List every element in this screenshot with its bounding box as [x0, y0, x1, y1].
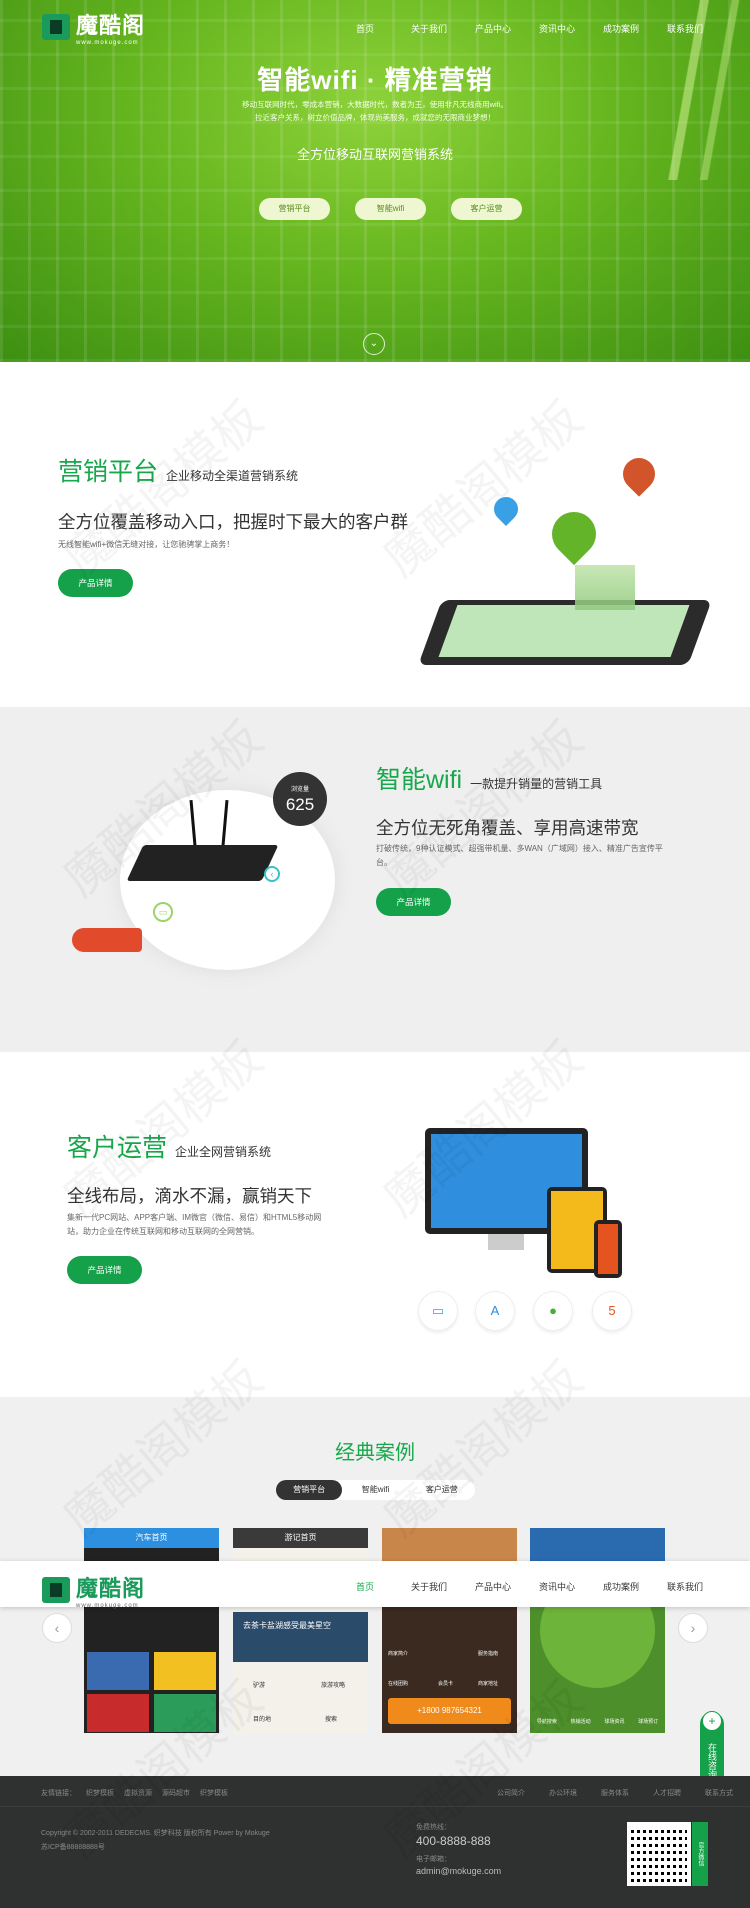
tab-customer[interactable]: 客户运营 — [409, 1480, 475, 1500]
qr-code — [627, 1822, 691, 1886]
case-card-travel[interactable]: 游记首页 去茶卡盐湖感受最美星空 驴游 旅游攻略 目的地 搜索 — [233, 1528, 368, 1733]
footer-link-contact[interactable]: 联系方式 — [705, 1788, 733, 1798]
hero-banner: 魔酷阁 www.mokuge.com 首页 关于我们 产品中心 资讯中心 成功案… — [0, 0, 750, 362]
logo-icon — [42, 14, 70, 40]
hero-button-wifi[interactable]: 智能wifi — [355, 198, 426, 220]
customer-heading: 客户运营 企业全网营销系统 — [67, 1134, 272, 1162]
wechat-icon: ● — [533, 1291, 573, 1331]
logo-icon — [42, 1577, 70, 1603]
hotline-label: 免费热线： — [416, 1824, 451, 1831]
html5-icon: 5 — [592, 1291, 632, 1331]
sticky-nav-news[interactable]: 资讯中心 — [525, 1580, 589, 1593]
wifi-detail-button[interactable]: 产品详情 — [376, 888, 451, 916]
nav-contact[interactable]: 联系我们 — [653, 22, 717, 35]
chevron-down-icon[interactable]: ⌄ — [363, 333, 385, 355]
case-tile — [154, 1652, 216, 1690]
cases-title: 经典案例 — [335, 1442, 415, 1464]
back-icon: ‹ — [264, 866, 280, 882]
section-wifi — [0, 707, 750, 1052]
footer-divider — [0, 1806, 750, 1807]
sticky-header: 魔酷阁 www.mokuge.com 首页 关于我们 产品中心 资讯中心 成功案… — [0, 1561, 750, 1609]
customer-detail-button[interactable]: 产品详情 — [67, 1256, 142, 1284]
nav-cases[interactable]: 成功案例 — [589, 22, 653, 35]
sticky-nav: 首页 关于我们 产品中心 资讯中心 成功案例 联系我们 — [333, 1580, 717, 1593]
hero-subtitle: 全方位移动互联网营销系统 — [296, 147, 453, 162]
nav-news[interactable]: 资讯中心 — [525, 22, 589, 35]
router-illustration — [126, 845, 279, 881]
case-tile — [154, 1694, 216, 1732]
case-tile — [87, 1694, 149, 1732]
appstore-icon: A — [475, 1291, 515, 1331]
monitor-stand — [488, 1234, 524, 1250]
cases-tabs: 营销平台 智能wifi 客户运营 — [276, 1480, 475, 1500]
customer-slogan: 全线布局，滴水不漏，赢销天下 — [67, 1186, 312, 1206]
case-tile — [87, 1652, 149, 1690]
footer-link-office[interactable]: 办公环境 — [549, 1788, 577, 1798]
email-address: admin@mokuge.com — [416, 1866, 502, 1876]
plane-illustration — [72, 928, 142, 952]
footer-link-about[interactable]: 公司简介 — [497, 1788, 525, 1798]
friend-link[interactable]: 源码超市 — [162, 1788, 190, 1798]
footer-link-jobs[interactable]: 人才招聘 — [653, 1788, 681, 1798]
qr-label: 官方微信 — [692, 1822, 708, 1886]
footer-nav: 公司简介 办公环境 服务体系 人才招聘 联系方式 — [497, 1788, 733, 1798]
sticky-nav-about[interactable]: 关于我们 — [397, 1580, 461, 1593]
next-arrow-icon[interactable]: › — [678, 1613, 708, 1643]
customer-text: 集新一代PC网站、APP客户端、IM微官（微信、易信）和HTML5移动网 站，助… — [67, 1213, 322, 1236]
phone-device-illustration — [594, 1220, 622, 1278]
friend-link[interactable]: 虚拟资源 — [124, 1788, 152, 1798]
footer-link-service[interactable]: 服务体系 — [601, 1788, 629, 1798]
case-card-car[interactable]: 汽车首页 — [84, 1528, 219, 1733]
wifi-slogan: 全方位无死角覆盖、享用高速带宽 — [376, 818, 639, 838]
logo[interactable]: 魔酷阁 www.mokuge.com — [42, 8, 145, 46]
marketing-heading: 营销平台 企业移动全渠道营销系统 — [58, 458, 299, 486]
pc-icon: ▭ — [418, 1291, 458, 1331]
nav-about[interactable]: 关于我们 — [397, 22, 461, 35]
prev-arrow-icon[interactable]: ‹ — [42, 1613, 72, 1643]
view-counter: 浏览量 625 — [273, 772, 327, 826]
hotline-number: 400-8888-888 — [416, 1834, 491, 1848]
sticky-nav-cases[interactable]: 成功案例 — [589, 1580, 653, 1593]
hero-button-marketing[interactable]: 营销平台 — [259, 198, 330, 220]
marketing-text: 无线智能wifi+微信无缝对接，让您驰骋掌上商务！ — [58, 540, 235, 549]
friend-link[interactable]: 织梦模板 — [86, 1788, 114, 1798]
nav-home[interactable]: 首页 — [333, 22, 397, 35]
icp-number: 苏ICP备88888888号 — [41, 1844, 105, 1851]
friend-link[interactable]: 织梦模板 — [200, 1788, 228, 1798]
copyright: Copyright © 2002-2011 DEDECMS. 织梦科技 版权所有… — [41, 1830, 270, 1837]
marketing-detail-button[interactable]: 产品详情 — [58, 569, 133, 597]
friend-links: 友情链接： 织梦模板 虚拟资源 源码超市 织梦模板 — [41, 1788, 228, 1798]
sticky-nav-home[interactable]: 首页 — [333, 1580, 397, 1593]
case-card-restaurant[interactable]: 商家简介 服务指南 在线团购 会员卡 商家地址 +1800 987654321 — [382, 1528, 517, 1733]
city-illustration — [575, 565, 635, 610]
sticky-logo[interactable]: 魔酷阁 www.mokuge.com — [42, 1571, 145, 1609]
nav-products[interactable]: 产品中心 — [461, 22, 525, 35]
monitor-icon: ▭ — [153, 902, 173, 922]
email-label: 电子邮箱： — [416, 1856, 451, 1863]
tab-wifi[interactable]: 智能wifi — [342, 1480, 408, 1500]
wifi-heading: 智能wifi 一款提升销量的营销工具 — [376, 766, 603, 794]
sticky-nav-contact[interactable]: 联系我们 — [653, 1580, 717, 1593]
hero-button-customer[interactable]: 客户运营 — [451, 198, 522, 220]
hero-title: 智能wifi · 精准营销 — [257, 65, 493, 95]
map-illustration — [438, 605, 690, 657]
tab-marketing[interactable]: 营销平台 — [276, 1480, 343, 1500]
hero-desc-2: 拉近客户关系，树立价值品牌，体现尚美服务，成就您的无限商业梦想！ — [255, 113, 495, 122]
plus-icon[interactable]: + — [702, 1711, 722, 1731]
main-nav: 首页 关于我们 产品中心 资讯中心 成功案例 联系我们 — [333, 22, 717, 35]
marketing-slogan: 全方位覆盖移动入口，把握时下最大的客户群 — [58, 512, 408, 532]
case-card-golf[interactable]: 导航搜索 热销活动 球场资讯 球场预订 — [530, 1528, 665, 1733]
hero-desc-1: 移动互联网时代，零成本营销，大数据时代，数者为王，使用非凡无线商用wifi。 — [242, 100, 508, 109]
wifi-text: 打破传统，9种认证模式、超强带机量、多WAN（广域网）接入、精准广告宣传平 台。 — [376, 844, 663, 867]
sticky-nav-products[interactable]: 产品中心 — [461, 1580, 525, 1593]
